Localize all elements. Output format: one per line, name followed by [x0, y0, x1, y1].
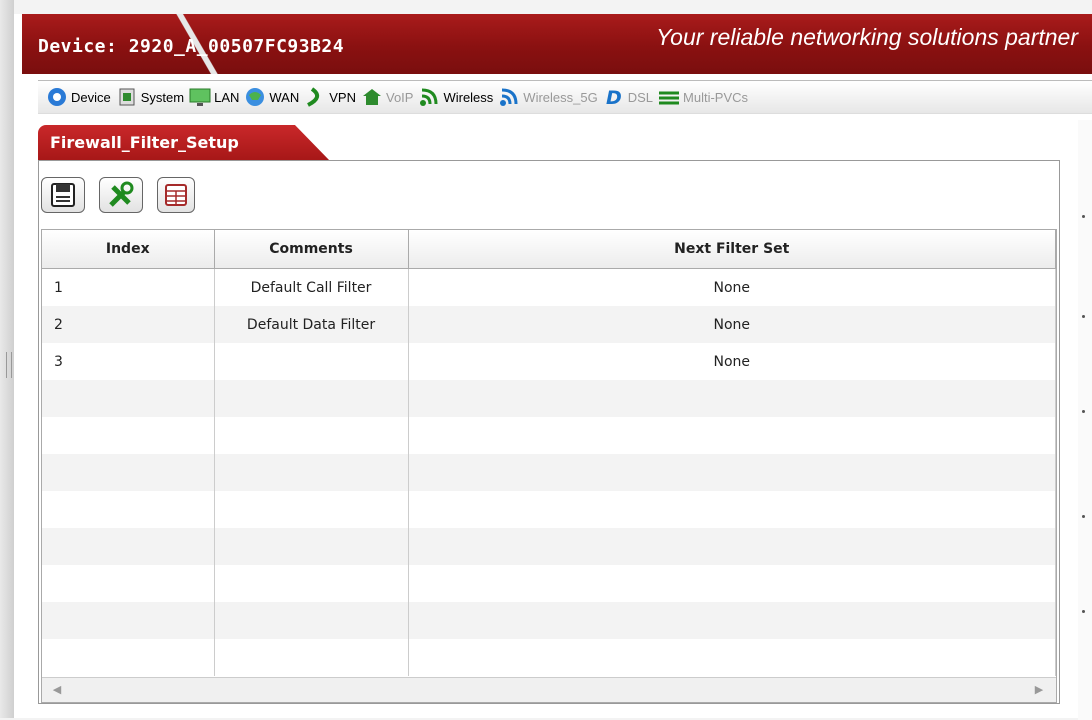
page-title: Firewall_Filter_Setup [50, 133, 239, 152]
table-row[interactable]: 3 None [42, 343, 1056, 380]
menu-label-device: Device [71, 89, 111, 105]
table-header-row: Index Comments Next Filter Set [42, 230, 1056, 269]
horizontal-scrollbar[interactable]: ◀ ▶ [42, 677, 1056, 702]
empty-row [42, 380, 1056, 417]
empty-row [42, 565, 1056, 602]
edge-marker [1082, 410, 1085, 413]
scroll-left-arrow-icon[interactable]: ◀ [50, 683, 64, 697]
svg-text:D: D [606, 87, 622, 108]
scroll-right-arrow-icon[interactable]: ▶ [1032, 683, 1046, 697]
menu-item-wireless-5g[interactable]: Wireless_5G [498, 86, 598, 108]
menu-label-lan: LAN [214, 89, 240, 105]
cell-index: 3 [42, 343, 215, 380]
menu-label-vpn: VPN [329, 89, 356, 105]
cell-next-filter-set: None [408, 268, 1056, 306]
empty-row [42, 639, 1056, 676]
cell-comments: Default Data Filter [214, 306, 409, 343]
system-icon [116, 86, 138, 108]
menu-label-multi-pvcs: Multi-PVCs [683, 89, 749, 105]
edge-marker [1082, 610, 1085, 613]
cell-index: 2 [42, 306, 215, 343]
column-header-index[interactable]: Index [42, 230, 215, 269]
save-button[interactable] [41, 177, 85, 213]
menu-label-wan: WAN [269, 89, 300, 105]
device-title: Device: 2920_A_00507FC93B24 [38, 36, 345, 57]
tools-icon [109, 181, 134, 207]
menu-item-multi-pvcs[interactable]: Multi-PVCs [658, 86, 748, 108]
table-row[interactable]: 2 Default Data Filter None [42, 306, 1056, 343]
cell-next-filter-set: None [408, 343, 1056, 380]
column-header-next-filter-set[interactable]: Next Filter Set [408, 230, 1056, 269]
wireless-icon [418, 86, 440, 108]
cell-comments: Default Call Filter [214, 268, 409, 306]
column-header-comments[interactable]: Comments [214, 230, 409, 269]
edge-marker [1082, 515, 1085, 518]
lan-icon [189, 86, 211, 108]
device-icon [46, 86, 68, 108]
header-bar: Device: 2920_A_00507FC93B24 Your reliabl… [22, 14, 1092, 74]
empty-row [42, 491, 1056, 528]
empty-row [42, 528, 1056, 565]
table-icon [165, 184, 187, 206]
edge-marker [1082, 315, 1085, 318]
brand-tagline: Your reliable networking solutions partn… [656, 24, 1078, 50]
cell-index: 1 [42, 268, 215, 306]
empty-row [42, 454, 1056, 491]
menu-item-wireless[interactable]: Wireless [418, 86, 493, 108]
table-view-button[interactable] [157, 177, 195, 213]
menu-item-dsl[interactable]: D DSL [603, 86, 654, 109]
menu-item-vpn[interactable]: VPN [304, 86, 356, 108]
dsl-icon: D [603, 86, 625, 109]
top-menu-bar: Device System LAN WAN VPN VoIP Wireless … [38, 80, 1092, 114]
menu-item-wan[interactable]: WAN [244, 86, 299, 108]
content-panel: Index Comments Next Filter Set 1 Default… [38, 160, 1060, 704]
resize-grip[interactable] [6, 352, 12, 378]
toolbar [41, 177, 195, 215]
save-icon [51, 183, 75, 207]
wireless-5g-icon [498, 86, 520, 108]
voip-icon [361, 86, 383, 108]
menu-label-system: System [140, 89, 185, 105]
wan-icon [244, 86, 266, 108]
menu-item-device[interactable]: Device [46, 86, 111, 108]
filter-table: Index Comments Next Filter Set 1 Default… [41, 229, 1057, 703]
right-panel-edge [1078, 120, 1092, 720]
empty-row [42, 602, 1056, 639]
menu-item-lan[interactable]: LAN [189, 86, 239, 108]
menu-label-voip: VoIP [385, 89, 414, 105]
table-row[interactable]: 1 Default Call Filter None [42, 268, 1056, 306]
cell-comments [214, 343, 409, 380]
vpn-icon [304, 86, 326, 108]
edge-marker [1082, 215, 1085, 218]
empty-row [42, 417, 1056, 454]
menu-label-wireless-5g: Wireless_5G [523, 89, 598, 105]
multi-pvcs-icon [658, 86, 680, 108]
menu-item-system[interactable]: System [116, 86, 184, 108]
menu-item-voip[interactable]: VoIP [361, 86, 413, 108]
cell-next-filter-set: None [408, 306, 1056, 343]
page-tab: Firewall_Filter_Setup [38, 125, 330, 161]
menu-label-wireless: Wireless [443, 89, 494, 105]
tools-button[interactable] [99, 177, 143, 213]
menu-label-dsl: DSL [627, 89, 654, 105]
